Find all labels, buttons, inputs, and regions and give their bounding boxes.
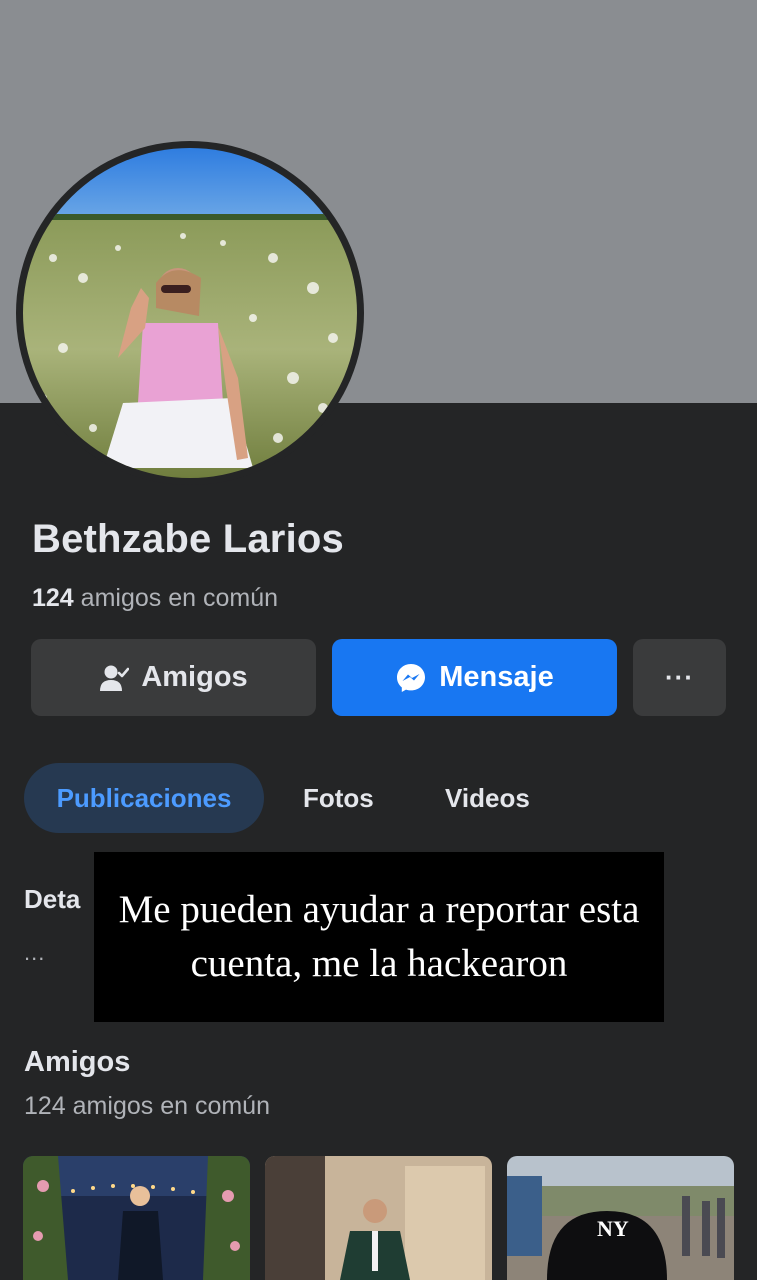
details-more-dots[interactable]: ... [24, 940, 45, 966]
tab-videos[interactable]: Videos [445, 763, 530, 833]
friends-section-subtitle: 124 amigos en común [24, 1092, 270, 1120]
friend-check-icon [100, 665, 130, 691]
tab-fotos[interactable]: Fotos [303, 763, 374, 833]
avatar-photo [23, 148, 357, 478]
profile-avatar[interactable] [16, 141, 364, 485]
story-caption-overlay: Me pueden ayudar a reportar esta cuenta,… [94, 852, 664, 1022]
message-button-label: Mensaje [439, 661, 554, 693]
tab-publicaciones[interactable]: Publicaciones [24, 763, 264, 833]
friends-section-title[interactable]: Amigos [24, 1046, 130, 1079]
friend-photo-1[interactable] [23, 1156, 250, 1280]
friends-button-label: Amigos [141, 661, 248, 693]
mutual-friends-count: 124 amigos en común [32, 584, 278, 613]
friend-photo-3[interactable]: NY [507, 1156, 734, 1280]
more-options-button[interactable]: ··· [633, 639, 726, 716]
svg-text:NY: NY [597, 1216, 629, 1241]
friends-button[interactable]: Amigos [31, 639, 316, 716]
messenger-icon [397, 663, 426, 692]
more-dots-icon: ··· [665, 662, 694, 692]
profile-name: Bethzabe Larios [32, 517, 344, 561]
friend-photo-2[interactable] [265, 1156, 492, 1280]
message-button[interactable]: Mensaje [332, 639, 617, 716]
details-heading: Deta [24, 884, 81, 914]
friend-photo-image: NY [507, 1156, 734, 1280]
story-caption-text: Me pueden ayudar a reportar esta cuenta,… [118, 888, 640, 985]
mutual-count-text: amigos en común [80, 584, 278, 612]
mutual-count-number: 124 [32, 584, 74, 612]
friend-photo-image [23, 1156, 250, 1280]
friend-photo-image [265, 1156, 492, 1280]
